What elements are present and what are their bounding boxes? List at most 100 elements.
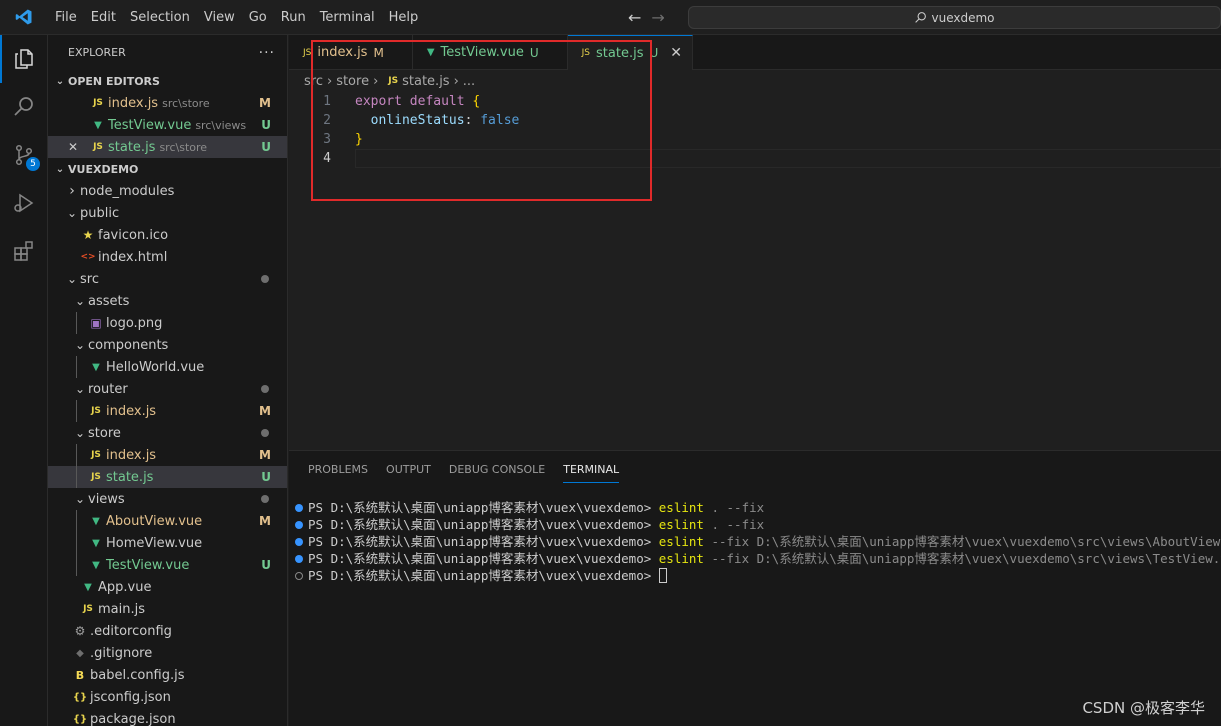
forward-arrow-icon[interactable]: → xyxy=(651,8,664,27)
code-line: 2 onlineStatus: false xyxy=(323,113,520,128)
tab-label: index.js xyxy=(317,45,368,60)
js-file-icon: JS xyxy=(83,604,93,614)
close-icon[interactable]: ✕ xyxy=(670,45,682,61)
terminal-args: . --fix xyxy=(703,517,765,532)
tree-item-label: HomeView.vue xyxy=(106,535,203,551)
tree-item-label: components xyxy=(88,337,169,353)
chevron-right-icon: › xyxy=(69,183,75,199)
breadcrumb-store[interactable]: store xyxy=(336,74,369,89)
folder-item[interactable]: ⌄ views xyxy=(48,488,287,510)
folder-item[interactable]: ⌄ router xyxy=(48,378,287,400)
chevron-down-icon: ⌄ xyxy=(55,163,65,175)
breadcrumb-file[interactable]: state.js xyxy=(402,74,449,89)
terminal-prompt: PS D:\系统默认\桌面\uniapp博客素材\vuex\vuexdemo> xyxy=(308,551,659,566)
file-item[interactable]: {} package.json xyxy=(48,708,287,726)
open-editor-label: index.js xyxy=(108,95,159,111)
js-file-icon: JS xyxy=(91,450,101,460)
js-file-icon: JS xyxy=(93,98,103,108)
terminal-line: PS D:\系统默认\桌面\uniapp博客素材\vuex\vuexdemo> … xyxy=(289,533,1221,550)
open-editor-item[interactable]: JS index.js src\store M xyxy=(48,92,287,114)
editor-tab-state-js[interactable]: JS state.js U ✕ xyxy=(567,35,694,70)
chevron-down-icon: ⌄ xyxy=(74,382,86,396)
tree-item-label: state.js xyxy=(106,469,154,485)
close-icon[interactable]: ✕ xyxy=(68,140,90,154)
explorer-icon[interactable] xyxy=(0,35,48,83)
file-item[interactable]: JS index.js M xyxy=(48,400,287,422)
source-control-icon[interactable]: 5 xyxy=(0,131,48,179)
vue-file-icon: ▼ xyxy=(426,47,435,58)
file-item[interactable]: JS main.js xyxy=(48,598,287,620)
menu-bar: File Edit Selection View Go Run Terminal… xyxy=(48,0,425,35)
breadcrumb-src[interactable]: src xyxy=(304,74,323,89)
tree-item-label: HelloWorld.vue xyxy=(106,359,205,375)
terminal[interactable]: PS D:\系统默认\桌面\uniapp博客素材\vuex\vuexdemo> … xyxy=(289,489,1221,584)
file-item[interactable]: ▼ App.vue xyxy=(48,576,287,598)
file-item[interactable]: ▣ logo.png xyxy=(48,312,287,334)
terminal-prompt: PS D:\系统默认\桌面\uniapp博客素材\vuex\vuexdemo> xyxy=(308,517,659,532)
menu-run[interactable]: Run xyxy=(274,0,313,35)
code-editor[interactable]: 1 export default { 2 onlineStatus: false… xyxy=(289,92,1221,450)
folder-item[interactable]: ⌄ public xyxy=(48,202,287,224)
indent-guide xyxy=(76,466,77,488)
file-item[interactable]: Bbabel.config.js xyxy=(48,664,287,686)
file-item[interactable]: {} jsconfig.json xyxy=(48,686,287,708)
tab-terminal[interactable]: TERMINAL xyxy=(554,451,628,489)
project-section[interactable]: ⌄ VUEXDEMO xyxy=(48,158,287,180)
search-sidebar-icon[interactable] xyxy=(0,83,48,131)
file-item[interactable]: ★ favicon.ico xyxy=(48,224,287,246)
json-file-icon: {} xyxy=(72,713,88,725)
tab-problems[interactable]: PROBLEMS xyxy=(299,451,377,489)
indent-guide xyxy=(76,444,77,466)
file-item[interactable]: JS index.js M xyxy=(48,444,287,466)
extensions-icon[interactable] xyxy=(0,227,48,275)
command-success-icon xyxy=(295,503,303,512)
folder-item[interactable]: › node_modules xyxy=(48,180,287,202)
file-item[interactable]: ◆ .gitignore xyxy=(48,642,287,664)
open-editors-section[interactable]: ⌄ OPEN EDITORS xyxy=(48,70,287,92)
menu-go[interactable]: Go xyxy=(242,0,274,35)
editor-tab-testview-vue[interactable]: ▼ TestView.vue U xyxy=(413,35,568,70)
tab-output[interactable]: OUTPUT xyxy=(377,451,440,489)
tree-item-label: index.js xyxy=(106,447,157,463)
folder-item[interactable]: ⌄ store xyxy=(48,422,287,444)
run-debug-icon[interactable] xyxy=(0,179,48,227)
chevron-right-icon: › xyxy=(453,73,459,89)
terminal-args: . --fix xyxy=(703,500,765,515)
json-file-icon: {} xyxy=(72,691,88,703)
menu-help[interactable]: Help xyxy=(382,0,426,35)
open-brace: { xyxy=(472,94,481,109)
file-item[interactable]: ▼ AboutView.vue M xyxy=(48,510,287,532)
open-editor-item[interactable]: ▼ TestView.vue src\views U xyxy=(48,114,287,136)
folder-item[interactable]: ⌄ components xyxy=(48,334,287,356)
menu-file[interactable]: File xyxy=(48,0,84,35)
file-item[interactable]: ▼ TestView.vue U xyxy=(48,554,287,576)
file-item[interactable]: ▼ HomeView.vue xyxy=(48,532,287,554)
js-file-icon: JS xyxy=(581,48,591,58)
modified-dot-icon xyxy=(261,495,269,503)
folder-item[interactable]: ⌄ assets xyxy=(48,290,287,312)
open-editor-item[interactable]: ✕ JS state.js src\store U xyxy=(48,136,287,158)
editor-tab-index-js[interactable]: JS index.js M xyxy=(289,35,413,70)
terminal-cursor xyxy=(658,568,667,583)
command-center-search[interactable]: vuexdemo xyxy=(688,6,1221,29)
menu-view[interactable]: View xyxy=(197,0,242,35)
file-item[interactable]: ⚙ .editorconfig xyxy=(48,620,287,642)
breadcrumb-more[interactable]: ... xyxy=(463,74,475,89)
menu-selection[interactable]: Selection xyxy=(123,0,197,35)
file-item[interactable]: <> index.html xyxy=(48,246,287,268)
git-status-badge: U xyxy=(261,140,271,154)
star-file-icon: ★ xyxy=(82,228,94,242)
colon: : xyxy=(464,113,473,128)
back-arrow-icon[interactable]: ← xyxy=(628,8,641,27)
chevron-down-icon: ⌄ xyxy=(66,206,78,220)
menu-terminal[interactable]: Terminal xyxy=(313,0,382,35)
file-item[interactable]: ▼ HelloWorld.vue xyxy=(48,356,287,378)
git-status-badge: U xyxy=(261,558,271,572)
tab-debug-console[interactable]: DEBUG CONSOLE xyxy=(440,451,554,489)
terminal-prompt: PS D:\系统默认\桌面\uniapp博客素材\vuex\vuexdemo> xyxy=(308,568,659,583)
menu-edit[interactable]: Edit xyxy=(84,0,123,35)
file-item[interactable]: JS state.js U xyxy=(48,466,287,488)
indent-guide xyxy=(76,554,77,576)
more-actions-icon[interactable]: ··· xyxy=(259,45,275,61)
folder-item[interactable]: ⌄ src xyxy=(48,268,287,290)
